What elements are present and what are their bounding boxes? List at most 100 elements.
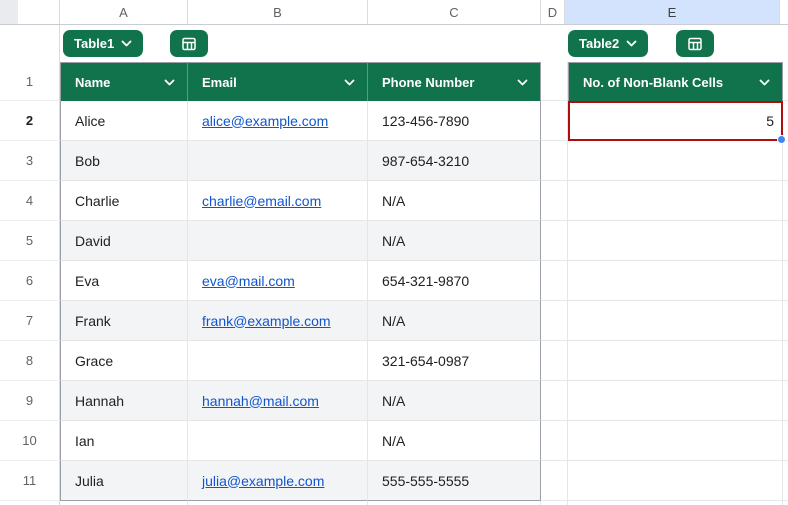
chevron-down-icon[interactable] [344,79,355,86]
table2-chip[interactable]: Table2 [568,30,648,57]
row-header-2[interactable]: 2 [0,101,60,141]
column-header-b[interactable]: B [188,0,368,24]
row-header-7[interactable]: 7 [0,301,60,341]
email-cell[interactable]: julia@example.com [188,461,368,501]
email-cell[interactable] [188,141,368,181]
cell-d[interactable] [541,381,568,421]
table1-menu-button[interactable] [170,30,208,57]
row-header-10[interactable]: 10 [0,421,60,461]
cell-d[interactable] [541,341,568,381]
phone-cell[interactable]: 321-654-0987 [368,341,541,381]
cell-d[interactable] [541,141,568,181]
cell-text: Grace [75,353,113,369]
cell-d[interactable] [541,501,568,505]
cell-e[interactable] [568,501,783,505]
row-header-8[interactable]: 8 [0,341,60,381]
cell-d[interactable] [541,101,568,141]
cell-d[interactable] [541,301,568,341]
grid-filler [783,261,788,301]
cell-d[interactable] [541,261,568,301]
name-cell[interactable]: Julia [60,461,188,501]
fill-handle[interactable] [777,135,786,144]
name-cell[interactable]: Grace [60,341,188,381]
phone-cell[interactable]: 123-456-7890 [368,101,541,141]
selected-cell-e2[interactable]: 5 [568,101,783,141]
row-header-5[interactable]: 5 [0,221,60,261]
cell-d[interactable] [541,421,568,461]
phone-cell[interactable]: 987-654-3210 [368,141,541,181]
header-label: Phone Number [382,75,474,90]
cell-e[interactable] [568,301,783,341]
cell-text: Frank [75,313,111,329]
email-cell[interactable] [188,221,368,261]
cell-e[interactable] [568,221,783,261]
phone-cell[interactable]: 555-555-5555 [368,461,541,501]
email-cell[interactable]: eva@mail.com [188,261,368,301]
corner-box [0,0,18,24]
name-cell[interactable]: Eva [60,261,188,301]
email-cell[interactable] [188,341,368,381]
header-cell-phone[interactable]: Phone Number [368,62,541,101]
phone-cell[interactable]: N/A [368,421,541,461]
row-header-9[interactable]: 9 [0,381,60,421]
row-header-6[interactable]: 6 [0,261,60,301]
row-header-4[interactable]: 4 [0,181,60,221]
row-header-1[interactable]: 1 [0,62,60,101]
cell-a[interactable] [60,501,188,505]
column-header-c[interactable]: C [368,0,541,24]
chevron-down-icon[interactable] [164,79,175,86]
cell-d[interactable] [541,181,568,221]
cell-e[interactable] [568,141,783,181]
table2-menu-button[interactable] [676,30,714,57]
name-cell[interactable]: Hannah [60,381,188,421]
cell-e[interactable] [568,461,783,501]
select-all-corner[interactable] [0,0,60,24]
cell-e[interactable] [568,421,783,461]
name-cell[interactable]: Charlie [60,181,188,221]
header-cell-name[interactable]: Name [60,62,188,101]
phone-cell[interactable]: 654-321-9870 [368,261,541,301]
email-cell[interactable]: charlie@email.com [188,181,368,221]
header-cell-nonblank[interactable]: No. of Non-Blank Cells [568,62,783,101]
cell-text: Julia [75,473,104,489]
cell-b[interactable] [188,501,368,505]
name-cell[interactable]: Alice [60,101,188,141]
name-cell[interactable]: Frank [60,301,188,341]
email-link[interactable]: alice@example.com [202,113,328,129]
email-link[interactable]: hannah@mail.com [202,393,319,409]
email-link[interactable]: charlie@email.com [202,193,321,209]
name-cell[interactable]: Ian [60,421,188,461]
column-header-d[interactable]: D [541,0,565,24]
header-cell-email[interactable]: Email [188,62,368,101]
row-header-3[interactable]: 3 [0,141,60,181]
name-cell[interactable]: David [60,221,188,261]
phone-cell[interactable]: N/A [368,181,541,221]
cell-e[interactable] [568,181,783,221]
email-cell[interactable]: hannah@mail.com [188,381,368,421]
phone-cell[interactable]: N/A [368,381,541,421]
cell-d1[interactable] [541,62,568,101]
cell-d[interactable] [541,221,568,261]
name-cell[interactable]: Bob [60,141,188,181]
email-cell[interactable]: frank@example.com [188,301,368,341]
email-cell[interactable]: alice@example.com [188,101,368,141]
chevron-down-icon[interactable] [759,79,770,86]
email-cell[interactable] [188,421,368,461]
chevron-down-icon[interactable] [517,79,528,86]
phone-cell[interactable]: N/A [368,301,541,341]
cell-c[interactable] [368,501,541,505]
email-link[interactable]: eva@mail.com [202,273,295,289]
cell-e[interactable] [568,261,783,301]
cell-d[interactable] [541,461,568,501]
email-link[interactable]: frank@example.com [202,313,331,329]
row-header-12[interactable] [0,501,60,505]
cell-e[interactable] [568,341,783,381]
spreadsheet: A B C D E Table1 Table2 [0,0,788,505]
phone-cell[interactable]: N/A [368,221,541,261]
column-header-e[interactable]: E [565,0,780,24]
table1-chip[interactable]: Table1 [63,30,143,57]
column-header-a[interactable]: A [60,0,188,24]
row-header-11[interactable]: 11 [0,461,60,501]
cell-e[interactable] [568,381,783,421]
email-link[interactable]: julia@example.com [202,473,324,489]
